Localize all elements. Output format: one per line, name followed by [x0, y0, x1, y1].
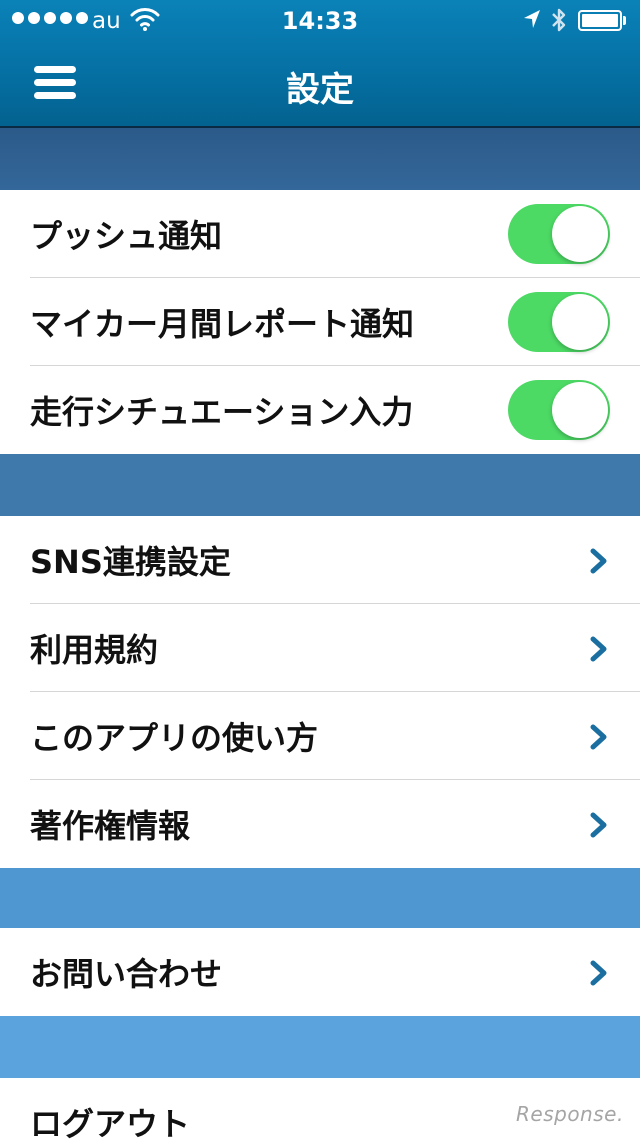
settings-row-driving-situation: 走行シチュエーション入力	[0, 366, 640, 454]
settings-row-monthly-report: マイカー月間レポート通知	[0, 278, 640, 366]
row-label: このアプリの使い方	[30, 719, 319, 757]
battery-tip	[623, 16, 626, 25]
settings-row-how-to-use[interactable]: このアプリの使い方	[0, 692, 640, 780]
chevron-right-icon	[590, 548, 607, 574]
status-bar: au 14:33	[0, 0, 640, 40]
driving-situation-toggle[interactable]	[508, 380, 610, 440]
bluetooth-icon	[552, 8, 566, 32]
settings-row-push-notification: プッシュ通知	[0, 190, 640, 278]
location-arrow-icon	[524, 10, 540, 28]
row-label: 走行シチュエーション入力	[30, 393, 414, 431]
chevron-right-icon	[590, 636, 607, 662]
navigation-bar: au 14:33 設定	[0, 0, 640, 128]
section-header-3	[0, 868, 640, 928]
row-label: SNS連携設定	[30, 543, 231, 581]
battery-icon	[578, 10, 622, 31]
settings-row-terms[interactable]: 利用規約	[0, 604, 640, 692]
toggle-knob	[552, 382, 608, 438]
toggle-knob	[552, 294, 608, 350]
page-title: 設定	[286, 70, 354, 110]
chevron-right-icon	[590, 812, 607, 838]
response-watermark: Response.	[516, 1102, 624, 1126]
chevron-right-icon	[590, 960, 607, 986]
status-time: 14:33	[281, 7, 359, 35]
section-header-4	[0, 1016, 640, 1078]
monthly-report-toggle[interactable]	[508, 292, 610, 352]
row-label: 利用規約	[30, 631, 159, 669]
chevron-right-icon	[590, 724, 607, 750]
section-header-1	[0, 128, 640, 190]
toggle-knob	[552, 206, 608, 262]
settings-row-copyright[interactable]: 著作権情報	[0, 780, 640, 868]
settings-row-contact[interactable]: お問い合わせ	[0, 928, 640, 1016]
row-label: プッシュ通知	[30, 217, 223, 255]
row-label: 著作権情報	[30, 807, 191, 845]
row-label: お問い合わせ	[30, 955, 223, 993]
push-notification-toggle[interactable]	[508, 204, 610, 264]
section-header-2	[0, 454, 640, 516]
row-label: マイカー月間レポート通知	[30, 305, 415, 343]
settings-row-sns[interactable]: SNS連携設定	[0, 516, 640, 604]
logout-label: ログアウト	[30, 1105, 191, 1143]
